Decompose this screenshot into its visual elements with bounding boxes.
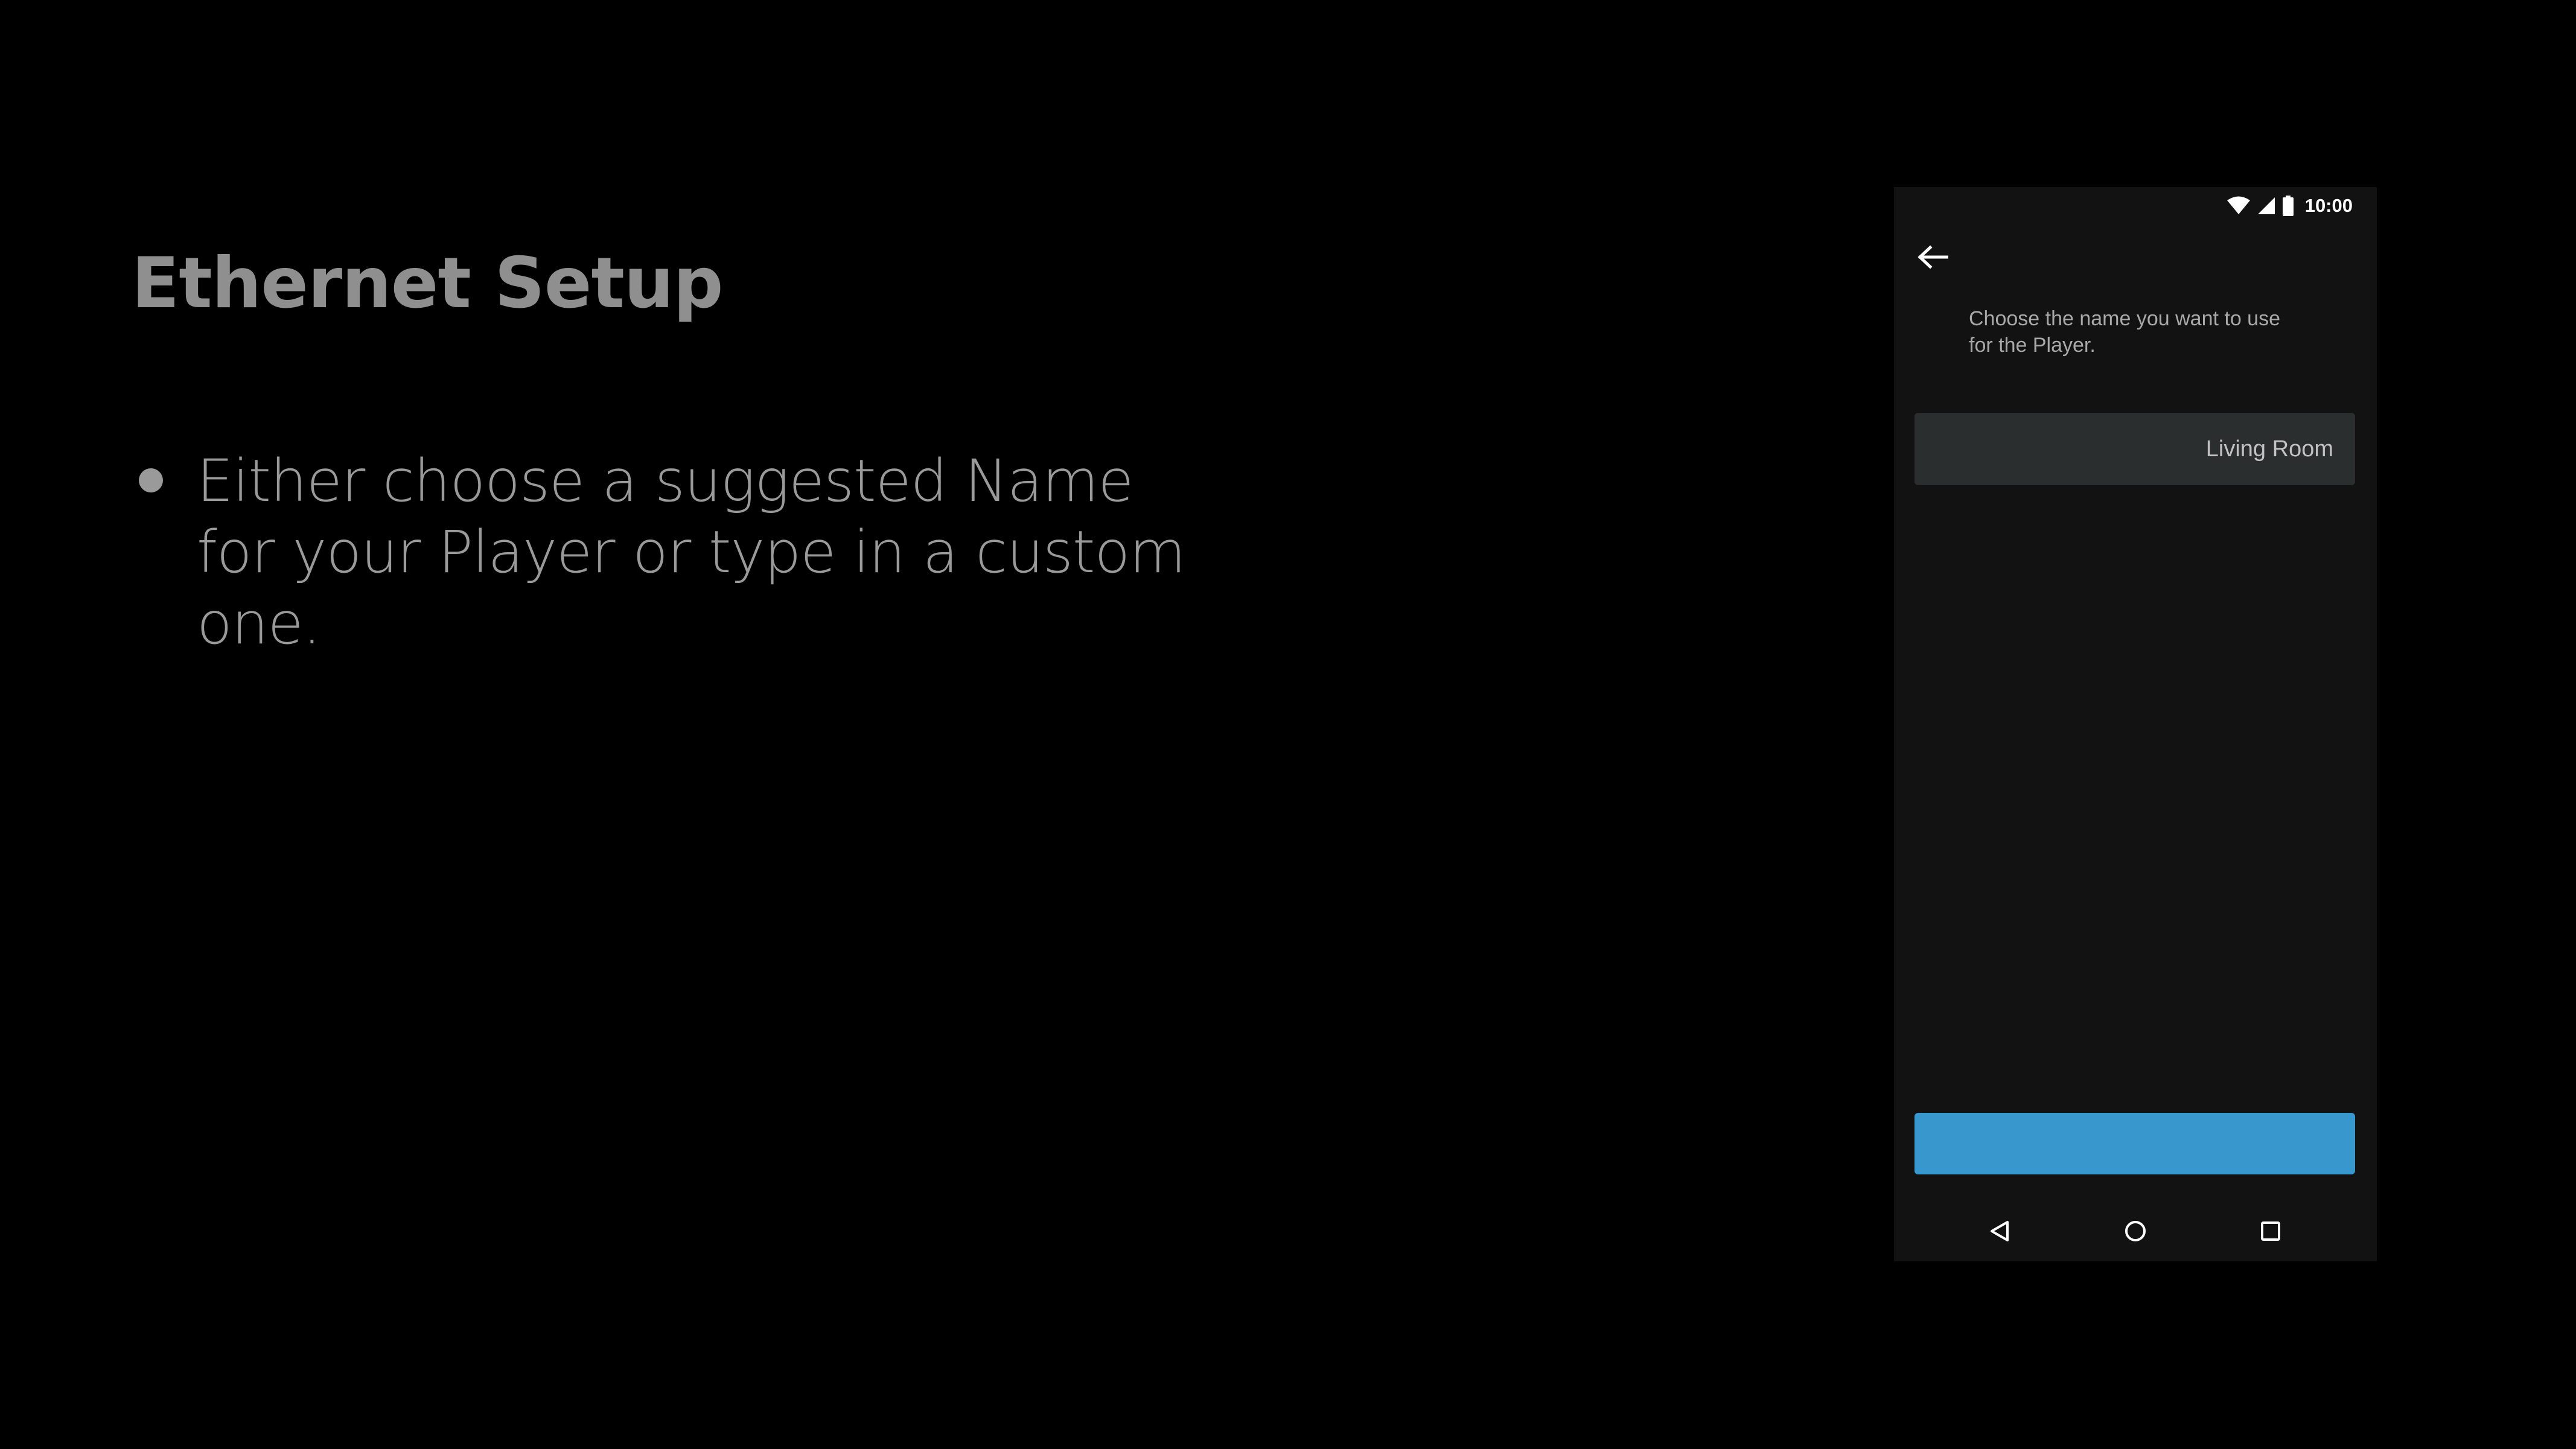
nav-home-icon	[2125, 1221, 2146, 1241]
status-bar: 10:00	[1894, 187, 2377, 221]
status-icons: 10:00	[2227, 194, 2353, 217]
bullet-item: Either choose a suggested Name for your …	[132, 445, 1218, 659]
bullet-text: Either choose a suggested Name for your …	[197, 447, 1186, 657]
arrow-left-icon	[1918, 245, 1948, 269]
nav-recents-button[interactable]	[2251, 1212, 2290, 1250]
wifi-icon	[2227, 196, 2251, 215]
bullet-dot	[139, 468, 163, 492]
nav-bar	[1894, 1201, 2377, 1261]
continue-button[interactable]	[1914, 1113, 2355, 1174]
nav-back-icon	[1991, 1221, 2009, 1241]
nav-home-button[interactable]	[2116, 1212, 2155, 1250]
bullet-list: Either choose a suggested Name for your …	[132, 445, 1218, 659]
nav-back-button[interactable]	[1981, 1212, 2020, 1250]
slide-title: Ethernet Setup	[132, 243, 724, 324]
nav-recents-icon	[2261, 1221, 2280, 1241]
phone-screen: 10:00 Choose the name you want to use fo…	[1894, 187, 2377, 1261]
battery-icon	[2282, 196, 2294, 216]
status-time: 10:00	[2304, 195, 2353, 216]
back-button[interactable]	[1914, 239, 1951, 275]
instruction-text: Choose the name you want to use for the …	[1969, 307, 2280, 357]
player-name-input[interactable]	[1914, 413, 2355, 485]
cellular-signal-icon	[2257, 196, 2276, 215]
